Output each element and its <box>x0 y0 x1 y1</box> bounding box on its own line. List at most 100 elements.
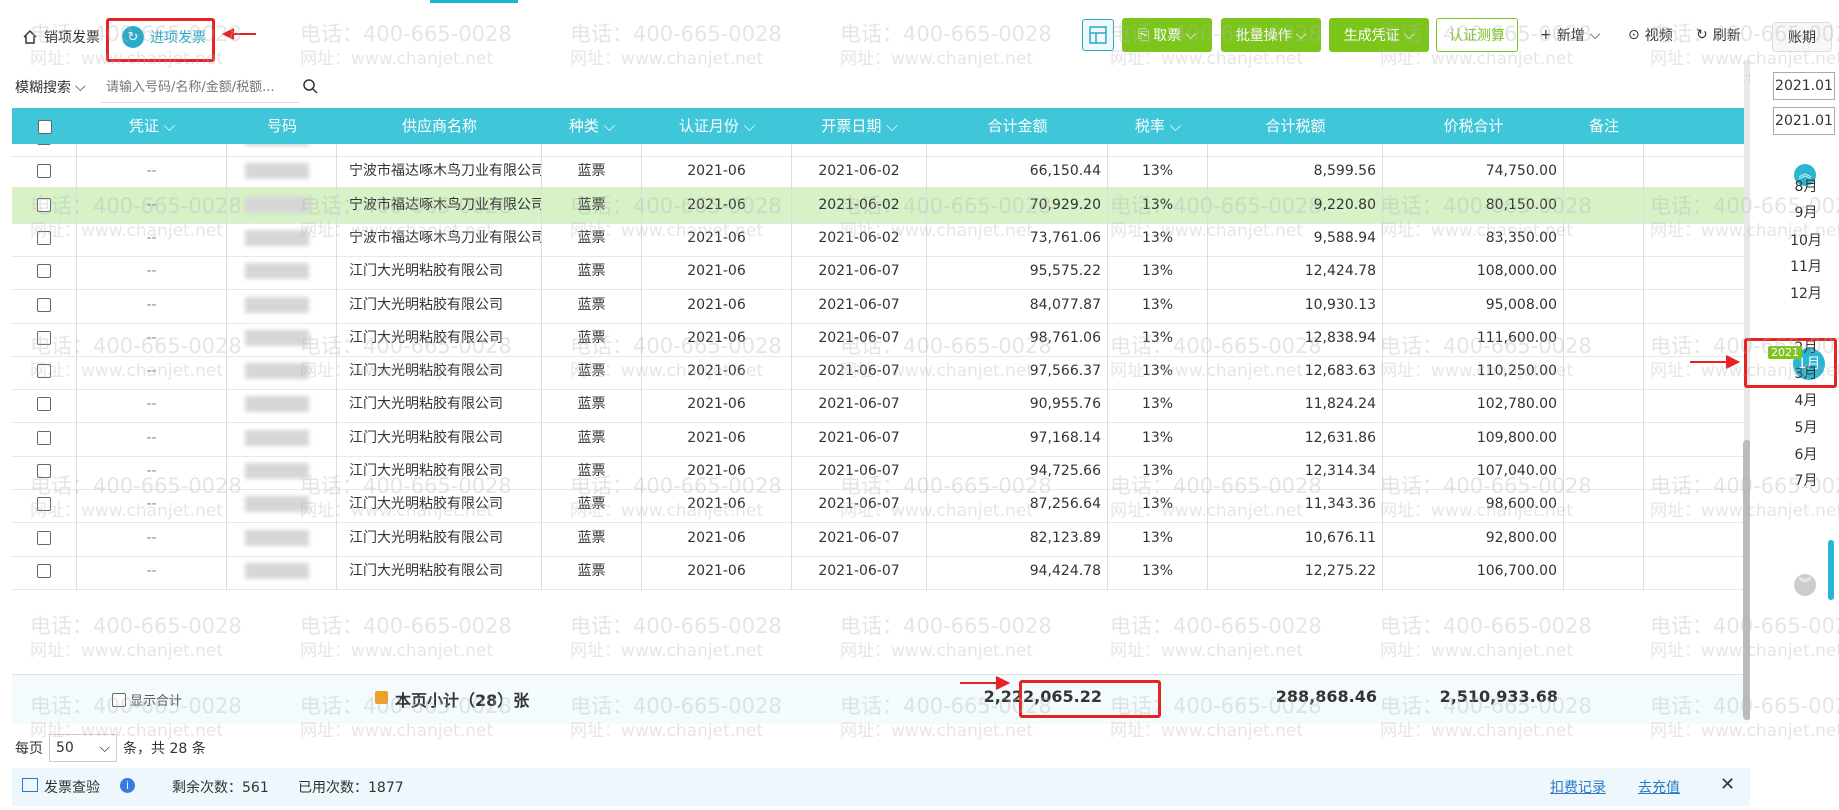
invoice-check-bar: 发票查验 i 剩余次数：561 已用次数：1877 扣费记录 去充值 ✕ <box>12 768 1752 806</box>
row-checkbox[interactable] <box>37 530 51 545</box>
blurred-number <box>245 329 309 346</box>
month-item[interactable]: 11月 <box>1776 256 1836 276</box>
add-new-button[interactable]: + 新增 ⌵ <box>1540 24 1600 46</box>
select-all-cell[interactable] <box>12 108 77 144</box>
table-row[interactable]: -- 江门大光明粘胶有限公司 蓝票 2021-06 2021-06-07 84,077.8… <box>12 286 1752 324</box>
month-item[interactable]: 9月 <box>1776 202 1836 222</box>
col-cert-month[interactable]: 认证月份 ⌵ <box>642 108 792 144</box>
rate-cell: 13% <box>1108 286 1208 324</box>
table-row[interactable]: -- 宁波市福达啄木鸟刀业有限公司 蓝票 2021-06 2021-06-02 66,15… <box>12 153 1752 191</box>
checkbox[interactable] <box>12 552 77 590</box>
checkbox[interactable] <box>12 419 77 457</box>
checkbox[interactable] <box>12 286 77 324</box>
checkbox[interactable] <box>12 453 77 490</box>
table-row[interactable]: -- 江门大光明粘胶有限公司 蓝票 2021-06 2021-06-07 94,725.6… <box>12 453 1752 490</box>
month-item[interactable]: 7月 <box>1776 470 1836 490</box>
checkbox[interactable] <box>12 153 77 191</box>
month-item[interactable]: 4月 <box>1776 390 1836 410</box>
remark-cell <box>1564 386 1644 424</box>
col-voucher[interactable]: 凭证 ⌵ <box>77 108 227 144</box>
supplier-cell: 江门大光明粘胶有限公司 <box>337 519 542 557</box>
voucher-cell: -- <box>77 286 227 324</box>
row-checkbox[interactable] <box>37 464 51 478</box>
table-row[interactable]: -- 江门大光明粘胶有限公司 蓝票 2021-06 2021-06-07 87,256.6… <box>12 486 1752 524</box>
month-item[interactable]: 10月 <box>1776 230 1836 250</box>
cert-month-cell: 2021-06 <box>642 552 792 590</box>
row-checkbox[interactable] <box>37 497 51 512</box>
chevron-down-icon: ⌵ <box>1185 27 1196 43</box>
kind-cell: 蓝票 <box>542 286 642 324</box>
period-start[interactable]: 2021.01 <box>1773 72 1835 100</box>
row-checkbox[interactable] <box>37 264 51 279</box>
table-row[interactable]: -- 江门大光明粘胶有限公司 蓝票 2021-06 2021-06-07 95,575.2… <box>12 253 1752 291</box>
chevron-down-icon: ⌵ <box>99 740 110 756</box>
col-kind[interactable]: 种类 ⌵ <box>542 108 642 144</box>
row-checkbox[interactable] <box>37 397 51 412</box>
search-input[interactable] <box>100 73 300 103</box>
tax-cell: 9,220.80 <box>1208 186 1383 224</box>
tab-sales-label: 销项发票 <box>44 30 100 46</box>
table-row[interactable]: -- 江门大光明粘胶有限公司 蓝票 2021-06 2021-06-07 90,955.7… <box>12 386 1752 424</box>
row-checkbox[interactable] <box>37 164 51 179</box>
month-item[interactable]: 5月 <box>1776 417 1836 437</box>
table-row[interactable]: -- 宁波市福达啄木鸟刀业有限公司 蓝票 2021-06 2021-06-02 73,76… <box>12 219 1752 257</box>
checkbox[interactable] <box>12 219 77 257</box>
row-checkbox[interactable] <box>37 430 51 445</box>
charge-record-link[interactable]: 扣费记录 <box>1550 777 1606 797</box>
take-ticket-button[interactable]: ⎘ 取票 ⌵ <box>1122 18 1212 52</box>
cert-month-cell: 2021-06 <box>642 186 792 224</box>
supplier-cell: 江门大光明粘胶有限公司 <box>337 386 542 424</box>
row-checkbox[interactable] <box>37 563 51 578</box>
row-checkbox[interactable] <box>37 330 51 345</box>
blurred-number <box>245 496 309 513</box>
row-checkbox[interactable] <box>37 144 51 145</box>
voucher-cell: -- <box>77 519 227 557</box>
refresh-button[interactable]: ↻ 刷新 <box>1696 24 1741 46</box>
month-slider[interactable] <box>1828 540 1834 600</box>
checkbox[interactable] <box>12 519 77 557</box>
month-item[interactable]: 12月 <box>1776 283 1836 303</box>
tax-cell: 12,631.86 <box>1208 419 1383 457</box>
table-row[interactable]: -- 江门大光明粘胶有限公司 蓝票 2021-06 2021-06-07 82,123.8… <box>12 519 1752 557</box>
row-checkbox[interactable] <box>37 364 51 379</box>
row-checkbox[interactable] <box>37 230 51 245</box>
layout-toggle-button[interactable] <box>1082 19 1114 51</box>
close-icon[interactable]: ✕ <box>1720 774 1735 795</box>
video-button[interactable]: ⊙ 视频 <box>1628 24 1673 46</box>
row-checkbox[interactable] <box>37 197 51 212</box>
checkbox[interactable] <box>12 319 77 357</box>
checkbox[interactable] <box>12 386 77 424</box>
period-end[interactable]: 2021.01 <box>1773 107 1835 135</box>
search-mode-select[interactable]: 模糊搜索 ⌵ <box>15 77 86 97</box>
col-issue-date[interactable]: 开票日期 ⌵ <box>792 108 927 144</box>
gen-voucher-label: 生成凭证 <box>1343 28 1400 44</box>
batch-ops-button[interactable]: 批量操作 ⌵ <box>1221 18 1321 52</box>
row-checkbox[interactable] <box>37 297 51 312</box>
checkbox[interactable] <box>12 253 77 291</box>
select-all-checkbox[interactable] <box>37 119 52 134</box>
table-row[interactable]: -- 江门大光明粘胶有限公司 蓝票 2021-06 2021-06-07 98,761.0… <box>12 319 1752 357</box>
search-icon[interactable] <box>302 78 318 94</box>
per-page-select[interactable]: 50 ⌵ <box>49 734 117 762</box>
scroll-down-icon[interactable]: ︾ <box>1794 574 1816 596</box>
info-icon[interactable]: i <box>120 778 135 793</box>
table-row[interactable]: -- 江门大光明粘胶有限公司 蓝票 2021-06 2021-06-07 94,424.7… <box>12 552 1752 590</box>
period-label-button[interactable]: 账期 <box>1772 22 1832 52</box>
checkbox[interactable] <box>12 353 77 391</box>
table-row[interactable]: -- 宁波市福达啄木鸟刀业有限公司 蓝票 2021-06 2021-06-02 70,92… <box>12 186 1752 224</box>
table-row[interactable]: -- 江门大光明粘胶有限公司 蓝票 2021-06 2021-06-07 97,168.1… <box>12 419 1752 457</box>
show-total-checkbox[interactable] <box>112 693 126 707</box>
col-rate[interactable]: 税率 ⌵ <box>1108 108 1208 144</box>
tab-sales-invoice[interactable]: 销项发票 <box>22 22 100 52</box>
number-cell <box>227 519 337 557</box>
blurred-number <box>245 296 309 313</box>
recharge-link[interactable]: 去充值 <box>1638 777 1680 797</box>
checkbox[interactable] <box>12 186 77 224</box>
checkbox[interactable] <box>12 486 77 524</box>
certify-calc-button[interactable]: 认证测算 <box>1436 18 1518 52</box>
table-row[interactable]: -- 江门大光明粘胶有限公司 蓝票 2021-06 2021-06-07 97,566.3… <box>12 353 1752 391</box>
month-item[interactable]: 6月 <box>1776 444 1836 464</box>
add-new-label: 新增 <box>1556 28 1585 44</box>
month-item[interactable]: 8月 <box>1776 176 1836 196</box>
gen-voucher-button[interactable]: 生成凭证 ⌵ <box>1329 18 1429 52</box>
